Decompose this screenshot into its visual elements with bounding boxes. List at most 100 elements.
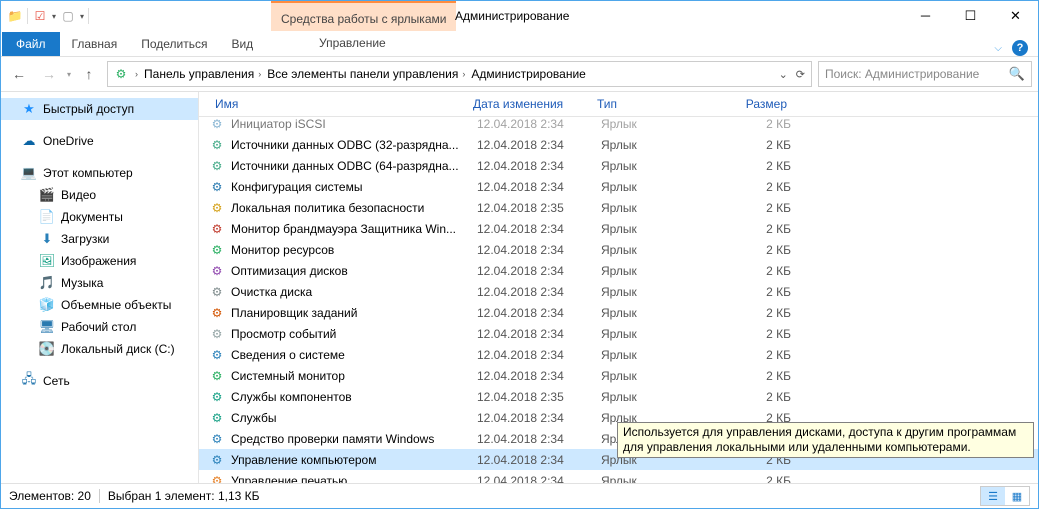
- column-headers[interactable]: Имя Дата изменения Тип Размер: [199, 92, 1038, 117]
- shortcut-icon: ⚙: [209, 389, 225, 405]
- breadcrumb-item[interactable]: Панель управления›: [141, 67, 264, 81]
- pc-icon: 💻: [21, 165, 37, 181]
- shortcut-icon: ⚙: [209, 179, 225, 195]
- file-row[interactable]: ⚙Очистка диска12.04.2018 2:34Ярлык2 КБ: [199, 281, 1038, 302]
- column-size[interactable]: Размер: [715, 97, 793, 111]
- sidebar-item-documents[interactable]: 📄Документы: [1, 206, 198, 228]
- file-size: 2 КБ: [719, 138, 797, 152]
- tab-share[interactable]: Поделиться: [129, 32, 219, 56]
- file-row[interactable]: ⚙Инициатор iSCSI12.04.2018 2:34Ярлык2 КБ: [199, 117, 1038, 134]
- qat-dropdown-icon[interactable]: ▾: [80, 12, 84, 21]
- file-type: Ярлык: [595, 369, 719, 383]
- file-row[interactable]: ⚙Локальная политика безопасности12.04.20…: [199, 197, 1038, 218]
- file-size: 2 КБ: [719, 369, 797, 383]
- search-icon: 🔍: [1009, 66, 1025, 82]
- forward-button[interactable]: →: [37, 62, 61, 86]
- cube-icon: 🧊: [39, 297, 55, 313]
- file-row[interactable]: ⚙Конфигурация системы12.04.2018 2:34Ярлы…: [199, 176, 1038, 197]
- sidebar-item-pictures[interactable]: 🖼Изображения: [1, 250, 198, 272]
- sidebar-item-music[interactable]: 🎵Музыка: [1, 272, 198, 294]
- file-row[interactable]: ⚙Системный монитор12.04.2018 2:34Ярлык2 …: [199, 365, 1038, 386]
- column-type[interactable]: Тип: [591, 97, 715, 111]
- file-type: Ярлык: [595, 306, 719, 320]
- new-folder-icon[interactable]: ▢: [60, 8, 76, 24]
- sidebar-onedrive[interactable]: ☁OneDrive: [1, 130, 198, 152]
- sidebar-this-pc[interactable]: 💻Этот компьютер: [1, 162, 198, 184]
- file-name: Службы компонентов: [231, 390, 471, 404]
- breadcrumb-chevron[interactable]: ›: [132, 69, 141, 79]
- breadcrumb-item[interactable]: Администрирование: [468, 67, 588, 81]
- maximize-button[interactable]: ☐: [948, 2, 993, 31]
- file-row[interactable]: ⚙Управление печатью12.04.2018 2:34Ярлык2…: [199, 470, 1038, 483]
- file-date: 12.04.2018 2:34: [471, 138, 595, 152]
- shortcut-icon: ⚙: [209, 200, 225, 216]
- sidebar-quick-access[interactable]: ★Быстрый доступ: [1, 98, 198, 120]
- file-type: Ярлык: [595, 390, 719, 404]
- sidebar-item-videos[interactable]: 🎬Видео: [1, 184, 198, 206]
- separator: [99, 489, 100, 503]
- file-date: 12.04.2018 2:34: [471, 222, 595, 236]
- sidebar-item-desktop[interactable]: 🖥Рабочий стол: [1, 316, 198, 338]
- icons-view-button[interactable]: ▦: [1005, 487, 1029, 505]
- file-date: 12.04.2018 2:34: [471, 264, 595, 278]
- file-name: Инициатор iSCSI: [231, 117, 471, 131]
- file-row[interactable]: ⚙Службы компонентов12.04.2018 2:35Ярлык2…: [199, 386, 1038, 407]
- separator: [88, 8, 89, 24]
- sidebar-item-local-disk[interactable]: 💽Локальный диск (C:): [1, 338, 198, 360]
- ribbon-expand-icon[interactable]: ⌵: [994, 43, 1002, 54]
- ribbon-tabs: Файл Главная Поделиться Вид Управление ⌵…: [1, 31, 1038, 57]
- address-bar[interactable]: ⚙ › Панель управления› Все элементы пане…: [107, 61, 812, 87]
- file-date: 12.04.2018 2:34: [471, 159, 595, 173]
- file-row[interactable]: ⚙Оптимизация дисков12.04.2018 2:34Ярлык2…: [199, 260, 1038, 281]
- chevron-down-icon[interactable]: ▾: [52, 12, 56, 21]
- file-type: Ярлык: [595, 285, 719, 299]
- help-icon[interactable]: ?: [1012, 40, 1028, 56]
- shortcut-icon: ⚙: [209, 137, 225, 153]
- file-row[interactable]: ⚙Источники данных ODBC (32-разрядна...12…: [199, 134, 1038, 155]
- tab-home[interactable]: Главная: [60, 32, 130, 56]
- back-button[interactable]: ←: [7, 62, 31, 86]
- up-button[interactable]: ↑: [77, 62, 101, 86]
- file-row[interactable]: ⚙Монитор брандмауэра Защитника Win...12.…: [199, 218, 1038, 239]
- file-row[interactable]: ⚙Источники данных ODBC (64-разрядна...12…: [199, 155, 1038, 176]
- file-type: Ярлык: [595, 117, 719, 131]
- file-row[interactable]: ⚙Монитор ресурсов12.04.2018 2:34Ярлык2 К…: [199, 239, 1038, 260]
- file-row[interactable]: ⚙Просмотр событий12.04.2018 2:34Ярлык2 К…: [199, 323, 1038, 344]
- body: ★Быстрый доступ ☁OneDrive 💻Этот компьюте…: [1, 92, 1038, 483]
- file-name: Монитор брандмауэра Защитника Win...: [231, 222, 471, 236]
- disk-icon: 💽: [39, 341, 55, 357]
- column-date[interactable]: Дата изменения: [467, 97, 591, 111]
- context-tab-shortcut-tools[interactable]: Средства работы с ярлыками: [271, 1, 456, 33]
- file-name: Управление печатью: [231, 474, 471, 484]
- breadcrumb-item[interactable]: Все элементы панели управления›: [264, 67, 468, 81]
- file-type: Ярлык: [595, 180, 719, 194]
- column-name[interactable]: Имя: [209, 97, 467, 111]
- close-button[interactable]: ✕: [993, 2, 1038, 31]
- history-dropdown-icon[interactable]: ▾: [67, 70, 71, 79]
- shortcut-icon: ⚙: [209, 368, 225, 384]
- shortcut-icon: ⚙: [209, 305, 225, 321]
- file-view: Имя Дата изменения Тип Размер ⚙Инициатор…: [199, 92, 1038, 483]
- file-row[interactable]: ⚙Сведения о системе12.04.2018 2:34Ярлык2…: [199, 344, 1038, 365]
- search-input[interactable]: Поиск: Администрирование 🔍: [818, 61, 1032, 87]
- sidebar-item-downloads[interactable]: ⬇Загрузки: [1, 228, 198, 250]
- file-name: Планировщик заданий: [231, 306, 471, 320]
- file-row[interactable]: ⚙Планировщик заданий12.04.2018 2:34Ярлык…: [199, 302, 1038, 323]
- file-date: 12.04.2018 2:35: [471, 390, 595, 404]
- details-view-button[interactable]: ☰: [981, 487, 1005, 505]
- file-name: Источники данных ODBC (64-разрядна...: [231, 159, 471, 173]
- app-icon[interactable]: 📁: [7, 8, 23, 24]
- refresh-icon[interactable]: ⟳: [796, 68, 805, 81]
- file-date: 12.04.2018 2:34: [471, 243, 595, 257]
- minimize-button[interactable]: ─: [903, 2, 948, 31]
- sidebar-item-3d-objects[interactable]: 🧊Объемные объекты: [1, 294, 198, 316]
- file-tab[interactable]: Файл: [2, 32, 60, 56]
- navigation-pane[interactable]: ★Быстрый доступ ☁OneDrive 💻Этот компьюте…: [1, 92, 199, 483]
- dropdown-icon[interactable]: ⌄: [779, 68, 788, 81]
- properties-icon[interactable]: ☑: [32, 8, 48, 24]
- file-size: 2 КБ: [719, 180, 797, 194]
- sidebar-network[interactable]: 🖧Сеть: [1, 370, 198, 392]
- file-name: Монитор ресурсов: [231, 243, 471, 257]
- context-tab-manage[interactable]: Управление: [271, 31, 434, 55]
- tab-view[interactable]: Вид: [219, 32, 265, 56]
